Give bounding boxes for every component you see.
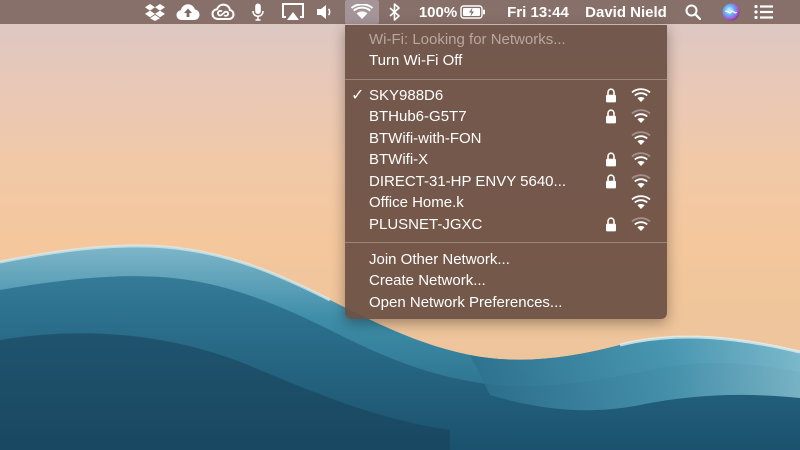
network-item-direct-31-hp[interactable]: DIRECT-31-HP ENVY 5640... — [345, 171, 667, 192]
menu-bar: 100% Fri 13:44 David Nield — [0, 0, 800, 24]
network-name: BTWifi-with-FON — [369, 130, 482, 147]
siri-icon[interactable] — [720, 0, 742, 24]
wifi-signal-icon — [631, 195, 651, 209]
network-name: BTHub6-G5T7 — [369, 108, 467, 125]
turn-wifi-off-item[interactable]: Turn Wi-Fi Off — [345, 50, 667, 71]
network-item-btwifi-x[interactable]: BTWifi-X — [345, 149, 667, 170]
menu-separator — [345, 79, 667, 80]
network-name: Office Home.k — [369, 194, 464, 211]
lock-icon — [606, 174, 616, 189]
wifi-signal-icon — [631, 174, 651, 188]
user-name-text: David Nield — [585, 3, 667, 21]
notification-center-icon[interactable] — [752, 0, 776, 24]
open-network-preferences-item[interactable]: Open Network Preferences... — [345, 292, 667, 313]
lock-icon — [606, 152, 616, 167]
wifi-signal-icon — [631, 88, 651, 102]
connected-checkmark: ✓ — [351, 87, 365, 104]
network-item-sky988d6[interactable]: ✓ SKY988D6 — [345, 85, 667, 106]
dropbox-icon[interactable] — [143, 0, 167, 24]
create-network-label: Create Network... — [369, 272, 486, 289]
wifi-status-row: Wi-Fi: Looking for Networks... — [345, 29, 667, 50]
microphone-icon[interactable] — [250, 0, 266, 24]
wifi-status-text: Wi-Fi: Looking for Networks... — [369, 31, 566, 48]
wifi-signal-icon — [631, 217, 651, 231]
create-network-item[interactable]: Create Network... — [345, 270, 667, 291]
battery-icon[interactable] — [458, 0, 488, 24]
wifi-menu: Wi-Fi: Looking for Networks... Turn Wi-F… — [345, 25, 667, 319]
wifi-signal-icon — [631, 152, 651, 166]
clock-text: Fri 13:44 — [507, 3, 569, 21]
user-menu[interactable]: David Nield — [580, 0, 672, 24]
menu-separator — [345, 242, 667, 243]
lock-icon — [606, 109, 616, 124]
network-item-office-home[interactable]: Office Home.k — [345, 192, 667, 213]
wifi-icon[interactable] — [345, 0, 379, 24]
lock-icon — [606, 217, 616, 232]
join-other-network-item[interactable]: Join Other Network... — [345, 249, 667, 270]
cloud-upload-icon[interactable] — [174, 0, 202, 24]
wifi-signal-icon — [631, 109, 651, 123]
creative-cloud-icon[interactable] — [210, 0, 236, 24]
desktop: 100% Fri 13:44 David Nield Wi-Fi: Lookin… — [0, 0, 800, 450]
network-item-btwifi-with-fon[interactable]: BTWifi-with-FON — [345, 128, 667, 149]
network-name: PLUSNET-JGXC — [369, 216, 483, 233]
join-other-network-label: Join Other Network... — [369, 251, 510, 268]
wifi-signal-icon — [631, 131, 651, 145]
network-item-plusnet-jgxc[interactable]: PLUSNET-JGXC — [345, 214, 667, 235]
network-name: DIRECT-31-HP ENVY 5640... — [369, 173, 567, 190]
clock[interactable]: Fri 13:44 — [500, 0, 576, 24]
battery-percentage[interactable]: 100% — [418, 0, 458, 24]
bluetooth-icon[interactable] — [386, 0, 404, 24]
search-icon[interactable] — [682, 0, 704, 24]
battery-percent-text: 100% — [418, 3, 458, 21]
open-network-preferences-label: Open Network Preferences... — [369, 294, 563, 311]
volume-icon[interactable] — [314, 0, 336, 24]
turn-wifi-off-label: Turn Wi-Fi Off — [369, 52, 463, 69]
airplay-icon[interactable] — [280, 0, 306, 24]
network-name: SKY988D6 — [369, 87, 444, 104]
network-name: BTWifi-X — [369, 151, 429, 168]
lock-icon — [606, 88, 616, 103]
network-item-bthub6[interactable]: BTHub6-G5T7 — [345, 106, 667, 127]
